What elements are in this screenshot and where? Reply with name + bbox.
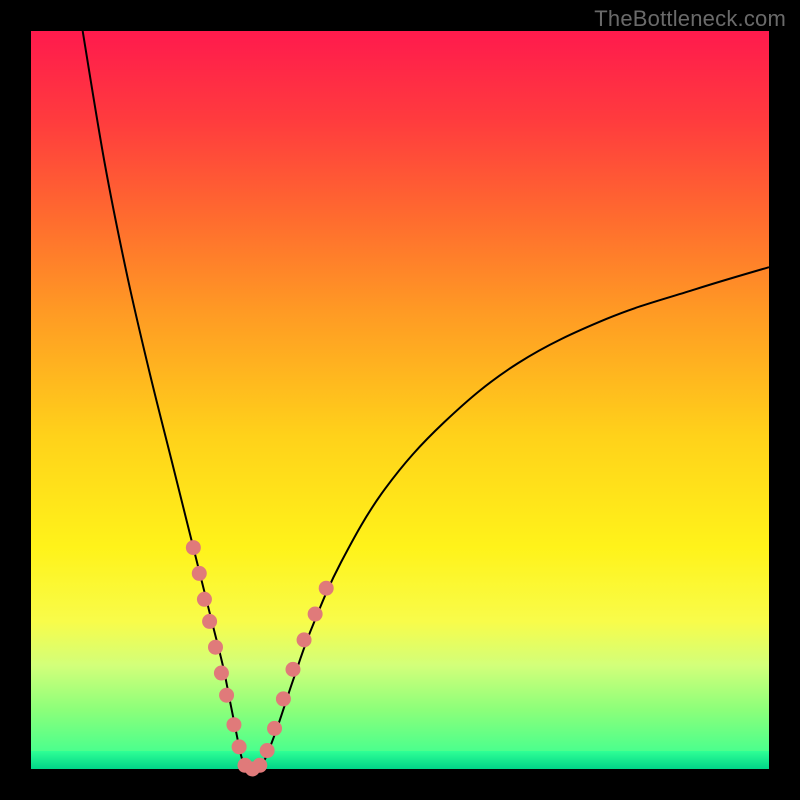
marker-dot: [202, 614, 217, 629]
marker-dot: [260, 743, 275, 758]
marker-dot: [252, 758, 267, 773]
watermark-text: TheBottleneck.com: [594, 6, 786, 32]
marker-dot: [214, 666, 229, 681]
bottleneck-curve-svg: [31, 31, 769, 769]
marker-dot: [308, 607, 323, 622]
marker-dot: [232, 739, 247, 754]
marker-dot: [192, 566, 207, 581]
marker-dot: [197, 592, 212, 607]
marker-dot: [208, 640, 223, 655]
marker-group: [186, 540, 334, 776]
marker-dot: [226, 717, 241, 732]
marker-dot: [297, 632, 312, 647]
marker-dot: [267, 721, 282, 736]
marker-dot: [219, 688, 234, 703]
curve-right-branch: [260, 267, 769, 769]
chart-frame: [31, 31, 769, 769]
curve-left-branch: [83, 31, 245, 769]
marker-dot: [319, 581, 334, 596]
marker-dot: [186, 540, 201, 555]
marker-dot: [276, 691, 291, 706]
marker-dot: [285, 662, 300, 677]
